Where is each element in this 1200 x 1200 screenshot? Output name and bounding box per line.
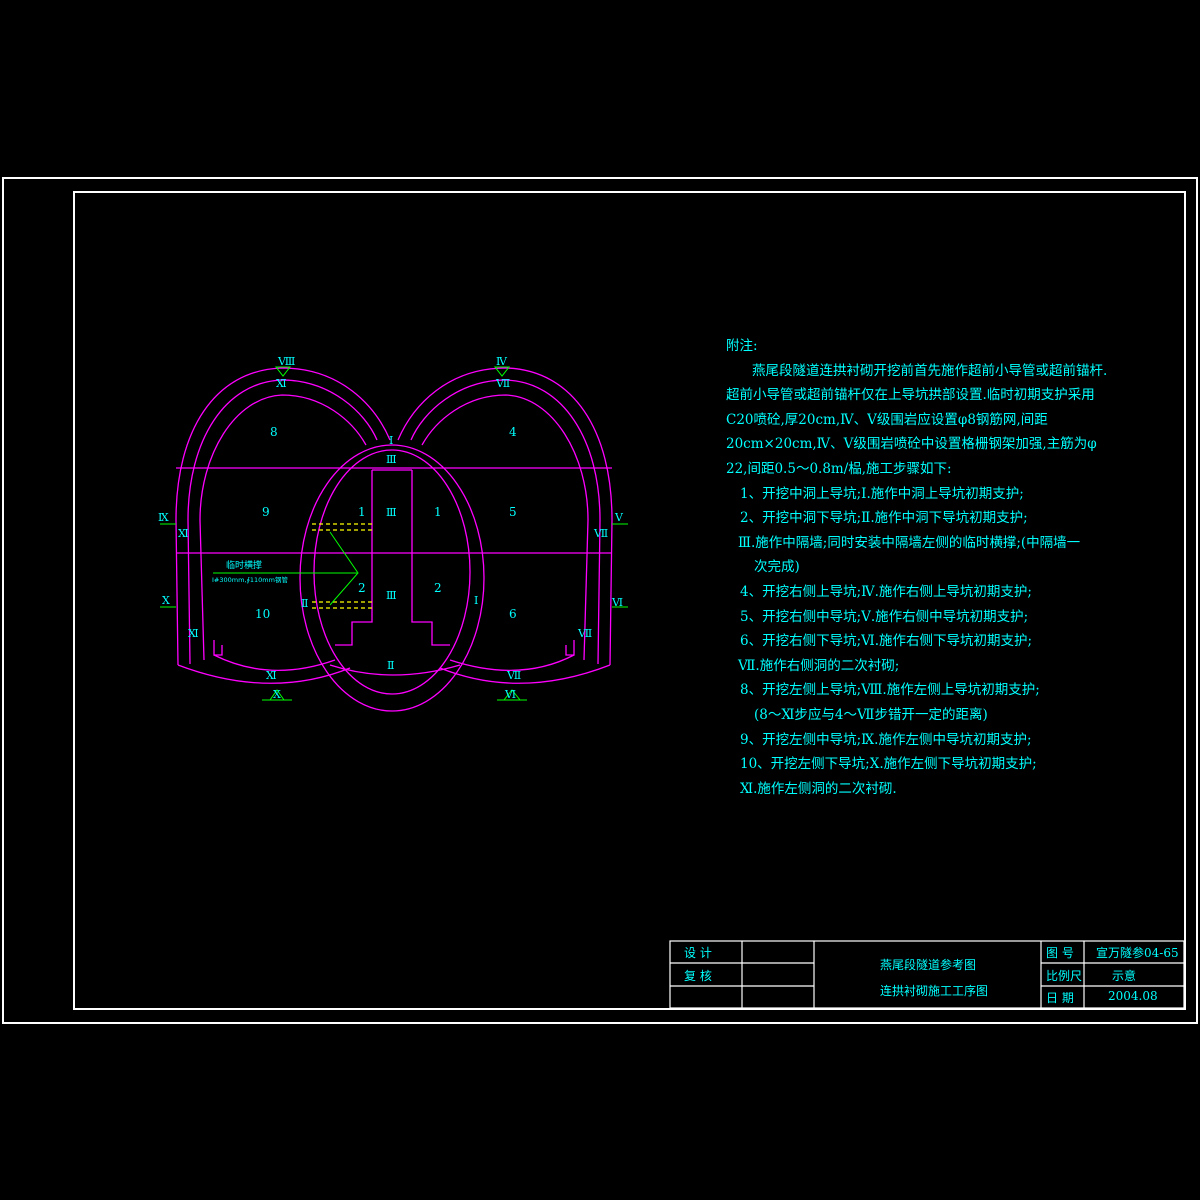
roman-top-right-in: Ⅶ xyxy=(495,377,510,390)
roman-left-XI-a: Ⅺ xyxy=(178,527,189,540)
project-title: 燕尾段隧道参考图 xyxy=(880,958,977,972)
region-4: 4 xyxy=(509,425,517,439)
annotation-spec: I#300mm,∮110mm钢管 xyxy=(212,575,288,584)
roman-mid-I: Ⅰ xyxy=(389,434,393,447)
date-label: 日 期 xyxy=(1046,991,1074,1005)
note-step: (8～Ⅺ步应与4～Ⅶ步错开一定的距离) xyxy=(754,706,988,723)
center-tunnel-inner xyxy=(313,449,471,695)
fig-no-label: 图 号 xyxy=(1046,946,1074,960)
roman-top-right-tri: Ⅳ xyxy=(496,355,508,368)
position-markers xyxy=(160,366,628,701)
middle-wall xyxy=(335,469,450,646)
roman-mid-III-a: Ⅲ xyxy=(386,506,397,519)
region-5: 5 xyxy=(509,505,517,519)
note-step: 10、开挖左侧下导坑;Ⅹ.施作左侧下导坑初期支护; xyxy=(740,756,1037,773)
roman-mid-III-top: Ⅲ xyxy=(386,453,397,466)
roman-right-VII-a: Ⅶ xyxy=(593,527,608,540)
region-6: 6 xyxy=(509,607,517,621)
region-1-right: 1 xyxy=(434,505,442,519)
roman-bottom-right-VI: Ⅵ xyxy=(504,688,516,701)
date-value: 2004.08 xyxy=(1108,989,1158,1003)
notes-heading: 附注: xyxy=(726,338,758,354)
roman-bottom-left-XI: Ⅺ xyxy=(266,669,277,682)
region-1-left: 1 xyxy=(358,505,366,519)
note-line: 燕尾段隧道连拱衬砌开挖前首先施作超前小导管或超前锚杆. xyxy=(752,362,1108,379)
right-foot xyxy=(565,640,575,656)
left-foot xyxy=(213,640,223,656)
temporary-struts xyxy=(312,523,372,609)
note-step: 8、开挖左侧上导坑;Ⅷ.施作左侧上导坑初期支护; xyxy=(740,682,1040,699)
note-line: C20喷砼,厚20cm,Ⅳ、Ⅴ级围岩应设置φ8钢筋网,间距 xyxy=(726,411,1048,428)
note-step: Ⅶ.施作右侧洞的二次衬砌; xyxy=(738,657,900,674)
notes-panel: 附注: 燕尾段隧道连拱衬砌开挖前首先施作超前小导管或超前锚杆. 超前小导管或超前… xyxy=(726,334,1108,801)
roman-right-V: Ⅴ xyxy=(614,511,624,524)
note-step: 5、开挖右侧中导坑;Ⅴ.施作右侧中导坑初期支护; xyxy=(740,608,1029,625)
drawing-title: 连拱衬砌施工工序图 xyxy=(880,984,989,998)
roman-top-left-in: Ⅺ xyxy=(276,377,287,390)
region-2-right: 2 xyxy=(434,581,442,595)
note-step: 4、开挖右侧上导坑;Ⅳ.施作右侧上导坑初期支护; xyxy=(740,583,1032,600)
annotation-title: 临时横撑 xyxy=(226,559,262,571)
roman-left-X: Ⅹ xyxy=(162,594,170,607)
roman-mid-II: Ⅱ xyxy=(387,659,394,672)
roman-right-VII-b: Ⅶ xyxy=(577,627,592,640)
note-step: 次完成) xyxy=(754,559,800,576)
roman-mid-III-b: Ⅲ xyxy=(386,589,397,602)
review-label: 复 核 xyxy=(684,969,712,983)
region-8: 8 xyxy=(270,425,278,439)
left-tunnel-lining xyxy=(199,394,367,661)
region-10: 10 xyxy=(255,607,270,621)
roman-inner-I-right: Ⅰ xyxy=(474,594,478,607)
note-step: Ⅺ.施作左侧洞的二次衬砌. xyxy=(740,780,897,797)
scale-label: 比例尺 xyxy=(1046,969,1083,983)
roman-top-left-tri: Ⅷ xyxy=(277,355,295,368)
region-2-left: 2 xyxy=(358,581,366,595)
right-tunnel-lining xyxy=(421,394,589,661)
region-9: 9 xyxy=(262,505,270,519)
note-line: 22,间距0.5～0.8m/榀,施工步骤如下: xyxy=(726,460,952,477)
note-step: 1、开挖中洞上导坑;Ⅰ.施作中洞上导坑初期支护; xyxy=(740,485,1024,502)
roman-left-XI-b: Ⅺ xyxy=(188,627,199,640)
scale-value: 示意 xyxy=(1112,969,1137,983)
roman-bottom-left-X: Ⅹ xyxy=(273,688,281,701)
roman-right-VI: Ⅵ xyxy=(611,596,623,609)
note-line: 超前小导管或超前锚杆仅在上导坑拱部设置.临时初期支护采用 xyxy=(726,387,1095,404)
roman-left-IX: Ⅸ xyxy=(158,511,169,524)
note-line: 20cm×20cm,Ⅳ、Ⅴ级围岩喷砼中设置格栅钢架加强,主筋为φ xyxy=(726,436,1097,453)
fig-no-value: 宣万隧参04-65 xyxy=(1096,946,1179,960)
note-step: 6、开挖右侧下导坑;Ⅵ.施作右侧下导坑初期支护; xyxy=(740,633,1033,650)
right-invert-outer xyxy=(439,664,611,684)
note-step: 2、开挖中洞下导坑;Ⅱ.施作中洞下导坑初期支护; xyxy=(740,510,1028,527)
leader-arrow xyxy=(329,531,359,606)
note-step: Ⅲ.施作中隔墙;同时安装中隔墙左侧的临时横撑;(中隔墙一 xyxy=(738,534,1081,551)
note-step: 9、开挖左侧中导坑;Ⅸ.施作左侧中导坑初期支护; xyxy=(740,731,1032,748)
roman-inner-II-left: Ⅱ xyxy=(301,597,308,610)
roman-bottom-right-VII: Ⅶ xyxy=(506,669,521,682)
design-label: 设 计 xyxy=(684,946,712,960)
